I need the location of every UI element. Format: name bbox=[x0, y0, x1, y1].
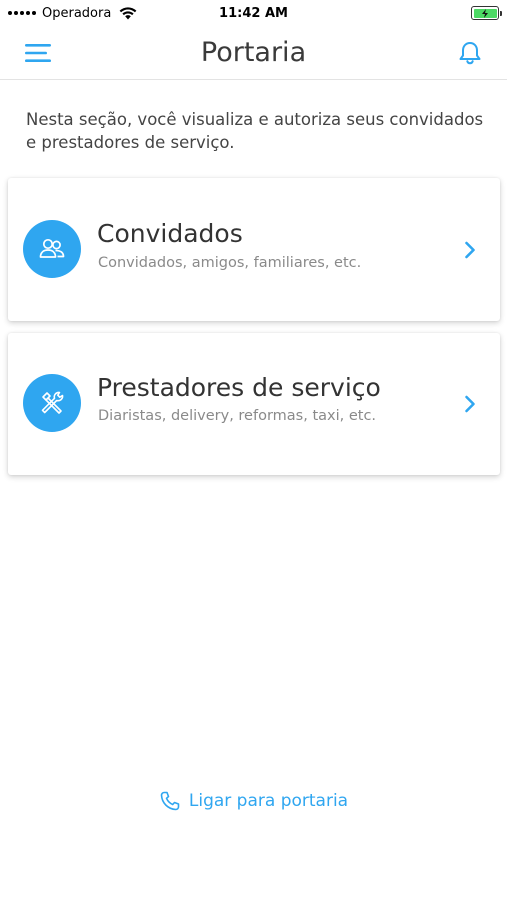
guests-icon-circle bbox=[23, 220, 81, 278]
phone-icon bbox=[160, 791, 180, 811]
chevron-right-icon bbox=[462, 394, 478, 414]
service-providers-title: Prestadores de serviço bbox=[97, 373, 381, 402]
status-left: Operadora bbox=[8, 6, 137, 21]
service-providers-card[interactable]: Prestadores de serviço Diaristas, delive… bbox=[8, 333, 500, 475]
charging-bolt-icon bbox=[482, 8, 488, 18]
battery-level bbox=[473, 8, 497, 18]
chevron-right-icon bbox=[462, 240, 478, 260]
intro-text: Nesta seção, você visualiza e autoriza s… bbox=[26, 110, 484, 152]
bell-icon bbox=[459, 42, 481, 65]
service-providers-subtitle: Diaristas, delivery, reformas, taxi, etc… bbox=[98, 408, 377, 424]
battery-icon bbox=[471, 6, 502, 20]
guests-title: Convidados bbox=[97, 219, 243, 248]
people-icon bbox=[39, 238, 65, 258]
status-bar: Operadora 11:42 AM bbox=[0, 0, 507, 26]
guests-subtitle: Convidados, amigos, familiares, etc. bbox=[98, 255, 362, 271]
notifications-button[interactable] bbox=[453, 36, 487, 70]
navigation-bar: Portaria bbox=[0, 26, 507, 80]
status-right bbox=[471, 6, 502, 20]
page-title: Portaria bbox=[200, 37, 307, 68]
call-doorman-link[interactable]: Ligar para portaria bbox=[0, 790, 507, 812]
carrier-name: Operadora bbox=[42, 5, 112, 21]
signal-strength-icon bbox=[8, 11, 36, 15]
service-providers-icon-circle bbox=[23, 374, 81, 432]
tools-icon bbox=[41, 391, 64, 414]
call-doorman-label: Ligar para portaria bbox=[188, 791, 349, 811]
wifi-icon bbox=[119, 6, 137, 20]
guests-card[interactable]: Convidados Convidados, amigos, familiare… bbox=[8, 178, 500, 321]
